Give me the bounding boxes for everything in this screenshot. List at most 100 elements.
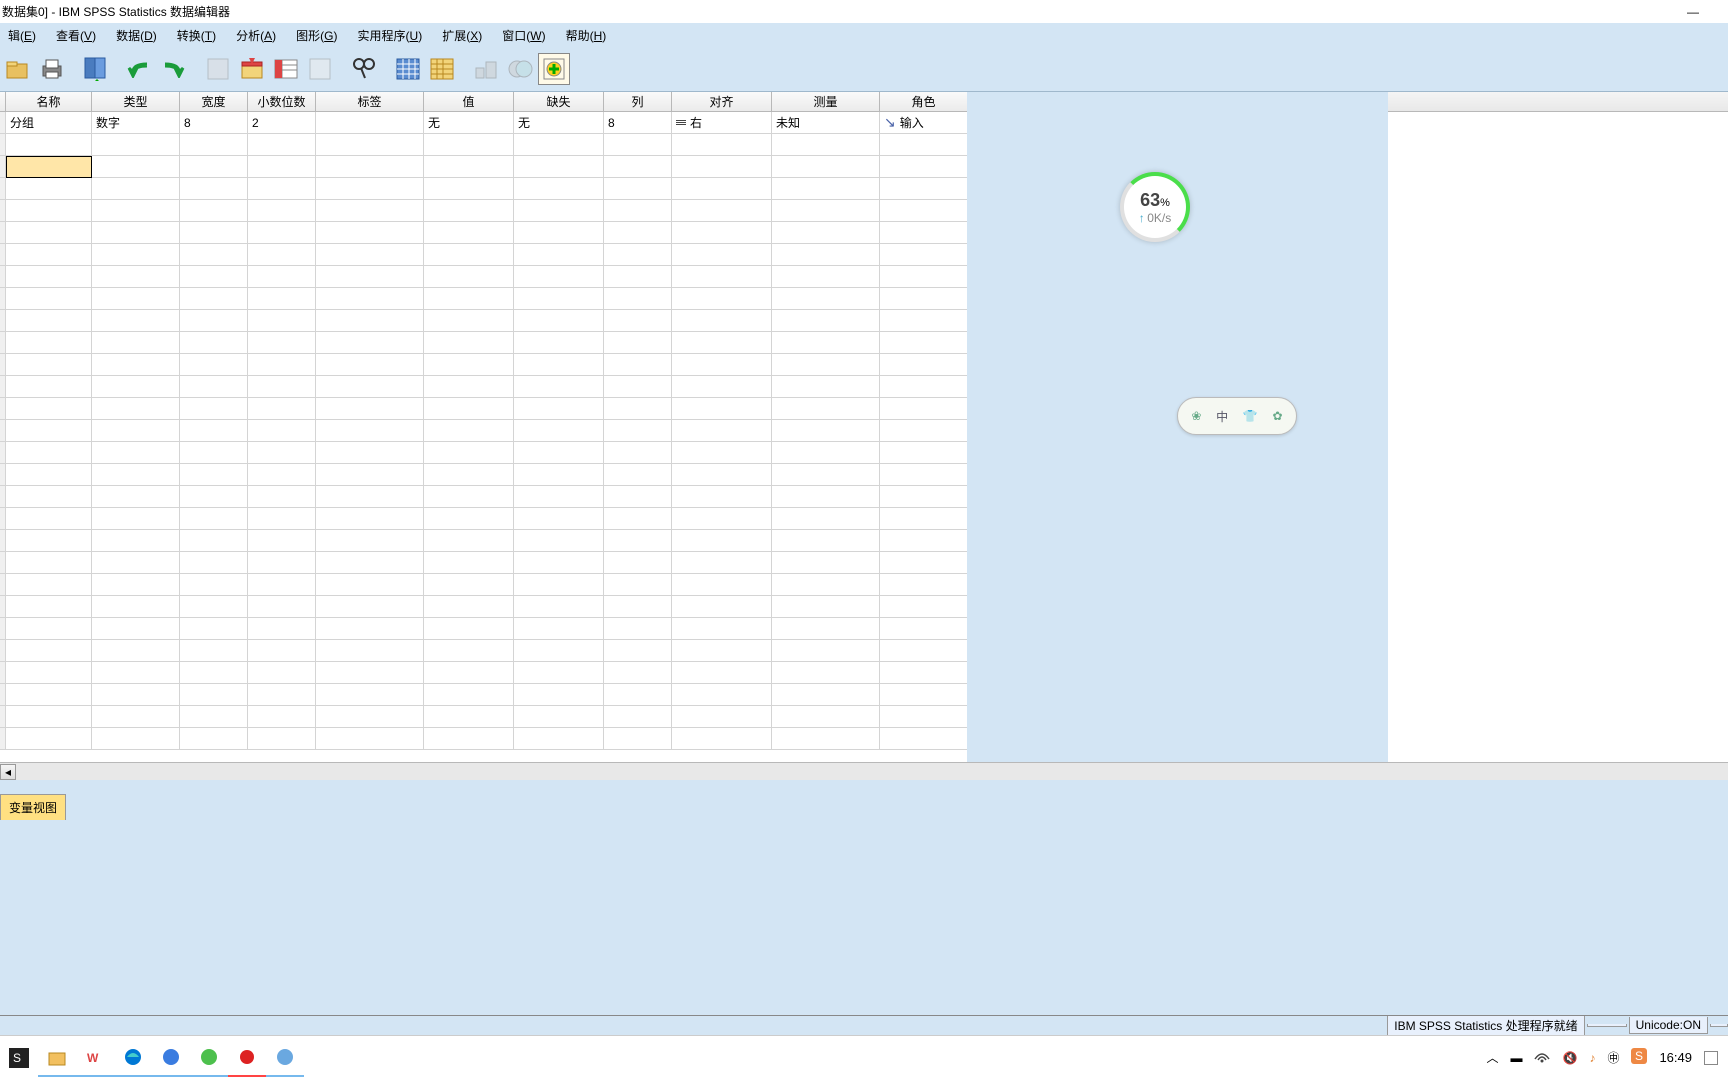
tray-tool-icon[interactable]: ♪	[1589, 1051, 1595, 1065]
grid-cell[interactable]	[248, 552, 316, 574]
grid-cell[interactable]	[92, 508, 180, 530]
grid-cell[interactable]	[880, 684, 968, 706]
grid-cell[interactable]	[604, 706, 672, 728]
grid-cell[interactable]: 无	[514, 112, 604, 134]
col-role[interactable]: 角色	[880, 92, 968, 111]
grid-cell[interactable]	[92, 310, 180, 332]
grid-cell[interactable]	[604, 618, 672, 640]
grid-cell[interactable]	[92, 486, 180, 508]
grid-cell[interactable]	[316, 596, 424, 618]
grid-cell[interactable]	[180, 442, 248, 464]
grid-cell[interactable]	[772, 530, 880, 552]
grid-cell[interactable]	[180, 552, 248, 574]
grid-cell[interactable]	[880, 574, 968, 596]
grid-cell[interactable]	[604, 508, 672, 530]
grid-cell[interactable]	[248, 398, 316, 420]
grid-cell[interactable]	[880, 134, 968, 156]
grid-cell[interactable]	[604, 266, 672, 288]
grid-cell[interactable]	[424, 442, 514, 464]
grid-cell[interactable]	[880, 376, 968, 398]
grid-cell[interactable]	[604, 684, 672, 706]
grid-cell[interactable]	[514, 728, 604, 750]
grid-cell[interactable]	[604, 552, 672, 574]
grid-cell[interactable]	[6, 200, 92, 222]
tb-app1[interactable]: S	[0, 1039, 38, 1077]
grid-cell[interactable]	[604, 222, 672, 244]
grid-cell[interactable]	[92, 288, 180, 310]
grid-cell[interactable]	[248, 156, 316, 178]
grid-cell[interactable]	[672, 376, 772, 398]
grid-cell[interactable]	[6, 486, 92, 508]
grid-cell[interactable]	[772, 200, 880, 222]
grid-cell[interactable]	[772, 464, 880, 486]
grid-cell[interactable]	[672, 574, 772, 596]
grid-cell[interactable]	[316, 684, 424, 706]
grid-cell[interactable]	[180, 244, 248, 266]
grid-cell[interactable]	[514, 552, 604, 574]
grid-cell[interactable]	[880, 508, 968, 530]
grid-cell[interactable]	[180, 156, 248, 178]
grid-cell[interactable]	[772, 288, 880, 310]
grid-cell[interactable]	[604, 178, 672, 200]
grid-cell[interactable]	[672, 156, 772, 178]
grid-cell[interactable]	[248, 178, 316, 200]
grid-cell[interactable]	[248, 728, 316, 750]
grid-cell[interactable]: 分组	[6, 112, 92, 134]
grid-cell[interactable]	[92, 398, 180, 420]
grid-cell[interactable]	[424, 684, 514, 706]
menu-view[interactable]: 查看(V)	[48, 25, 104, 46]
use-variable-sets-icon[interactable]	[538, 53, 570, 85]
grid-cell[interactable]	[316, 310, 424, 332]
tb-explorer[interactable]	[38, 1039, 76, 1077]
grid-cell[interactable]	[316, 222, 424, 244]
grid-cell[interactable]	[604, 354, 672, 376]
grid-cell[interactable]	[672, 618, 772, 640]
grid-cell[interactable]: 右	[672, 112, 772, 134]
value-labels-icon[interactable]	[504, 53, 536, 85]
grid-cell[interactable]	[6, 640, 92, 662]
grid-cell[interactable]	[6, 244, 92, 266]
grid-cell[interactable]	[248, 464, 316, 486]
grid-cell[interactable]	[772, 706, 880, 728]
undo-icon[interactable]	[124, 53, 156, 85]
grid-cell[interactable]	[92, 574, 180, 596]
grid-cell[interactable]	[880, 244, 968, 266]
grid-cell[interactable]	[514, 134, 604, 156]
grid-cell[interactable]	[772, 244, 880, 266]
grid-cell[interactable]	[6, 728, 92, 750]
grid-cell[interactable]	[248, 596, 316, 618]
grid-cell[interactable]	[772, 640, 880, 662]
grid-cell[interactable]	[672, 640, 772, 662]
grid-cell[interactable]	[424, 420, 514, 442]
grid-cell[interactable]	[672, 706, 772, 728]
find-icon[interactable]	[348, 53, 380, 85]
grid-cell[interactable]	[248, 574, 316, 596]
grid-cell[interactable]	[880, 552, 968, 574]
grid-cell[interactable]	[424, 222, 514, 244]
grid-cell[interactable]	[772, 332, 880, 354]
grid-cell[interactable]	[424, 640, 514, 662]
grid-cell[interactable]	[514, 156, 604, 178]
grid-cell[interactable]	[880, 486, 968, 508]
tb-wps[interactable]: W	[76, 1039, 114, 1077]
grid-cell[interactable]	[248, 200, 316, 222]
grid-cell[interactable]	[514, 288, 604, 310]
menu-utilities[interactable]: 实用程序(U)	[350, 25, 431, 46]
grid-cell[interactable]	[6, 618, 92, 640]
select-cases-icon[interactable]	[470, 53, 502, 85]
grid-cell[interactable]	[424, 508, 514, 530]
grid-cell[interactable]	[180, 420, 248, 442]
grid-cell[interactable]	[92, 244, 180, 266]
grid-cell[interactable]	[92, 134, 180, 156]
grid-cell[interactable]	[424, 244, 514, 266]
grid-cell[interactable]	[6, 574, 92, 596]
menu-graphs[interactable]: 图形(G)	[288, 25, 345, 46]
grid-cell[interactable]	[92, 552, 180, 574]
col-name[interactable]: 名称	[6, 92, 92, 111]
grid-cell[interactable]	[604, 156, 672, 178]
grid-cell[interactable]	[180, 178, 248, 200]
grid-cell[interactable]	[672, 200, 772, 222]
grid-cell[interactable]	[880, 464, 968, 486]
grid-cell[interactable]	[772, 310, 880, 332]
grid-cell[interactable]	[604, 200, 672, 222]
